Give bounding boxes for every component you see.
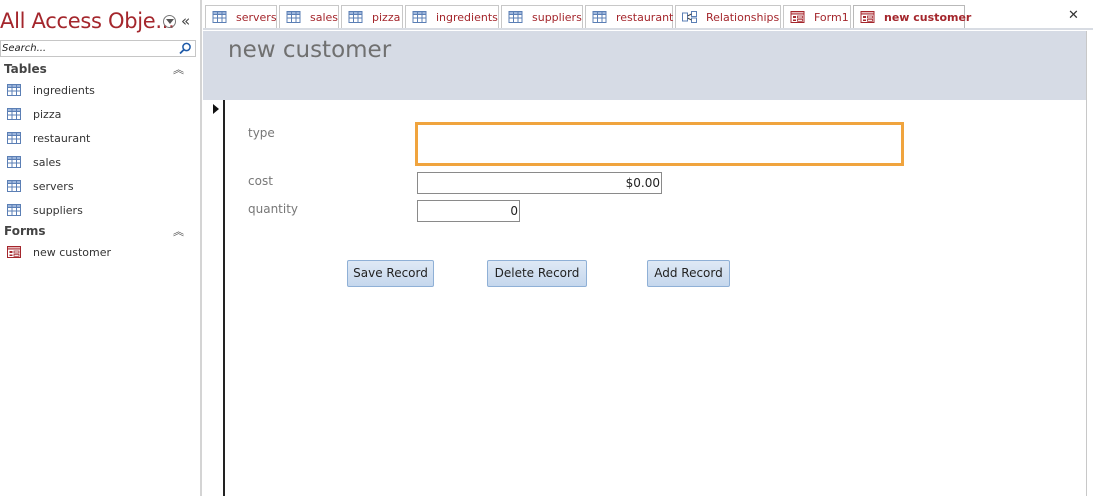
form-icon — [860, 11, 875, 23]
tab-label: sales — [310, 11, 339, 24]
navigation-pane: All Access Obje... « Tables ︽ ingredient… — [0, 0, 202, 496]
nav-item-new-customer[interactable]: new customer — [0, 242, 196, 264]
tab-label: suppliers — [532, 11, 582, 24]
nav-item-servers[interactable]: servers — [0, 176, 196, 198]
nav-item-restaurant[interactable]: restaurant — [0, 128, 196, 150]
group-header-tables[interactable]: Tables ︽ — [0, 61, 196, 79]
collapse-pane-icon[interactable]: « — [181, 11, 190, 31]
delete-record-button[interactable]: Delete Record — [487, 260, 587, 287]
table-icon — [7, 156, 21, 168]
relationships-icon — [682, 11, 697, 23]
nav-item-pizza[interactable]: pizza — [0, 104, 196, 126]
form-icon — [790, 11, 805, 23]
search-icon[interactable] — [178, 42, 192, 55]
quantity-field[interactable] — [417, 200, 520, 222]
type-field[interactable] — [415, 122, 904, 166]
form-border — [1086, 31, 1087, 496]
tab-suppliers[interactable]: suppliers — [501, 5, 583, 28]
close-document-icon[interactable]: ✕ — [1068, 8, 1079, 23]
record-selector[interactable] — [203, 100, 225, 496]
collapse-group-icon[interactable]: ︽ — [173, 223, 184, 239]
table-icon — [7, 108, 21, 120]
group-label: Tables — [4, 62, 47, 76]
tab-label: Relationships — [706, 11, 780, 24]
tab-label: new customer — [884, 11, 972, 24]
table-icon — [7, 84, 21, 96]
search-box — [0, 40, 196, 57]
cost-label: cost — [248, 174, 273, 188]
tab-label: pizza — [372, 11, 401, 24]
form-icon — [7, 246, 21, 258]
tab-label: Form1 — [814, 11, 849, 24]
table-icon — [212, 11, 227, 23]
table-icon — [286, 11, 301, 23]
form-detail-section: type cost quantity Save Record Delete Re… — [225, 100, 1086, 496]
tab-pizza[interactable]: pizza — [341, 5, 403, 28]
nav-item-label: servers — [33, 180, 74, 193]
table-icon — [348, 11, 363, 23]
table-icon — [412, 11, 427, 23]
group-label: Forms — [4, 224, 46, 238]
document-tab-bar: servers sales pizza ingredients supplier… — [203, 0, 1093, 31]
tab-label: ingredients — [436, 11, 498, 24]
collapse-group-icon[interactable]: ︽ — [173, 61, 184, 77]
table-icon — [508, 11, 523, 23]
table-icon — [592, 11, 607, 23]
tab-form1[interactable]: Form1 — [783, 5, 851, 28]
table-icon — [7, 132, 21, 144]
nav-item-ingredients[interactable]: ingredients — [0, 80, 196, 102]
nav-item-label: new customer — [33, 246, 112, 259]
tab-restaurant[interactable]: restaurant — [585, 5, 673, 28]
tab-ingredients[interactable]: ingredients — [405, 5, 499, 28]
quantity-label: quantity — [248, 202, 299, 216]
type-label: type — [248, 126, 275, 140]
nav-item-label: pizza — [33, 108, 62, 121]
table-icon — [7, 180, 21, 192]
cost-field[interactable] — [417, 172, 662, 194]
group-header-forms[interactable]: Forms ︽ — [0, 223, 196, 241]
search-input[interactable] — [1, 41, 172, 56]
tab-servers[interactable]: servers — [205, 5, 277, 28]
tab-sales[interactable]: sales — [279, 5, 339, 28]
tab-relationships[interactable]: Relationships — [675, 5, 781, 28]
current-record-arrow-icon — [213, 104, 219, 114]
add-record-button[interactable]: Add Record — [647, 260, 730, 287]
tab-new-customer[interactable]: new customer — [853, 5, 971, 28]
table-icon — [7, 204, 21, 216]
tab-label: servers — [236, 11, 277, 24]
nav-item-sales[interactable]: sales — [0, 152, 196, 174]
nav-item-suppliers[interactable]: suppliers — [0, 200, 196, 222]
form-title: new customer — [228, 37, 392, 63]
nav-item-label: restaurant — [33, 132, 91, 145]
nav-menu-dropdown-icon[interactable] — [163, 15, 176, 28]
nav-pane-title[interactable]: All Access Obje... — [0, 9, 175, 33]
nav-item-label: ingredients — [33, 84, 95, 97]
form-header: new customer — [203, 31, 1086, 100]
save-record-button[interactable]: Save Record — [347, 260, 434, 287]
nav-item-label: sales — [33, 156, 62, 169]
tab-label: restaurant — [616, 11, 674, 24]
nav-item-label: suppliers — [33, 204, 83, 217]
